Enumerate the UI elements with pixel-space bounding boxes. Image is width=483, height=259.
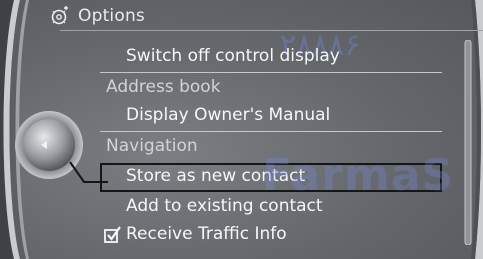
menu-item-label: Receive Traffic Info <box>126 224 287 244</box>
settings-options-icon <box>51 6 68 25</box>
menu-divider <box>100 131 442 132</box>
menu-item-switch-off-display[interactable]: Switch off control display <box>100 43 442 71</box>
checkbox-checked-icon[interactable] <box>104 226 122 244</box>
selection-pointer-line <box>69 161 108 183</box>
menu-item-label: Display Owner's Manual <box>126 105 331 125</box>
menu-divider <box>100 72 442 73</box>
menu-item-receive-traffic-info[interactable]: Receive Traffic Info <box>100 221 442 249</box>
section-label: Navigation <box>106 136 198 156</box>
menu-item-display-owners-manual[interactable]: Display Owner's Manual <box>100 102 442 130</box>
scrollbar[interactable] <box>462 40 474 245</box>
watermark-brand: FarmaS <box>262 150 455 201</box>
section-label: Address book <box>106 77 221 97</box>
options-header: Options <box>50 5 145 27</box>
control-display-screen: Options ۲۸۸۸۶ Switch off control display… <box>0 0 483 259</box>
page-title: Options <box>78 6 145 26</box>
header-divider <box>60 30 483 31</box>
section-address-book: Address book <box>100 74 442 102</box>
menu-item-label: Switch off control display <box>126 46 340 66</box>
